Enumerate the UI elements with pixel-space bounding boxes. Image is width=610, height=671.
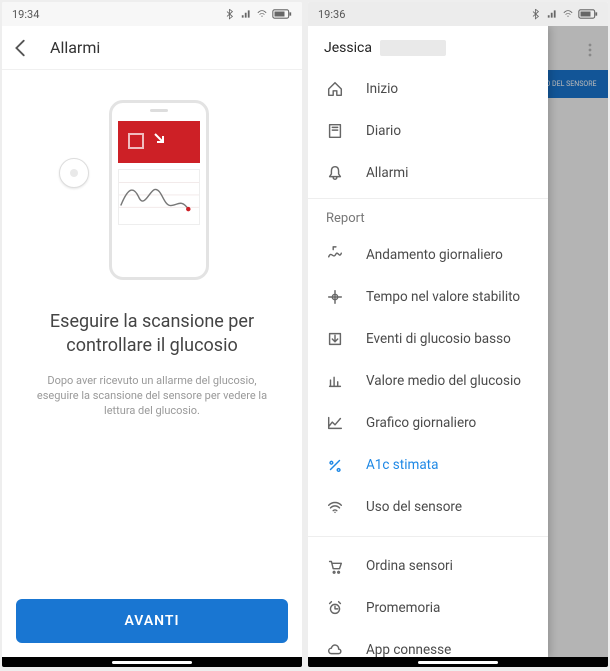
wifi-status-icon <box>256 8 268 20</box>
nav-item-label: Inizio <box>366 81 398 97</box>
nav-item-uso-del-sensore[interactable]: Uso del sensore <box>308 486 548 528</box>
user-first-name: Jessica <box>324 40 372 56</box>
headline: Eseguire la scansione per controllare il… <box>22 310 282 359</box>
cart-icon <box>326 557 344 575</box>
gesture-bar <box>2 657 302 667</box>
cloud-icon <box>326 641 344 657</box>
nav-item-a1c-stimata[interactable]: A1c stimata <box>308 444 548 486</box>
bluetooth-icon <box>224 8 236 20</box>
screen-nav-drawer: O DEL SENSORE 19:36 Jessica InizioDiario… <box>308 2 608 667</box>
nav-item-label: Ordina sensori <box>366 558 453 574</box>
nav-item-andamento-giornaliero[interactable]: Andamento giornaliero <box>308 234 548 276</box>
chart-illustration <box>118 169 200 225</box>
percent-icon <box>326 456 344 474</box>
section-header-report: Report <box>308 198 548 234</box>
nav-item-ordina-sensori[interactable]: Ordina sensori <box>308 545 548 587</box>
trend-icon <box>326 246 344 264</box>
nav-item-allarmi[interactable]: Allarmi <box>308 152 548 194</box>
bluetooth-icon <box>530 8 542 20</box>
nav-item-valore-medio-del-glucosio[interactable]: Valore medio del glucosio <box>308 360 548 402</box>
illustration <box>67 100 237 280</box>
alarm-arrow-icon <box>152 131 168 147</box>
page-title: Allarmi <box>50 38 100 57</box>
next-button-label: AVANTI <box>124 613 179 629</box>
nav-item-inizio[interactable]: Inizio <box>308 68 548 110</box>
drawer-account[interactable]: Jessica <box>308 36 548 68</box>
nav-item-tempo-nel-valore-stabilito[interactable]: Tempo nel valore stabilito <box>308 276 548 318</box>
onboarding-content: Eseguire la scansione per controllare il… <box>2 70 302 599</box>
nav-item-label: Allarmi <box>366 165 408 181</box>
nav-item-label: Tempo nel valore stabilito <box>366 289 520 305</box>
target-icon <box>326 288 344 306</box>
nav-drawer: Jessica Inizio Diario Allarmi Report Andam… <box>308 26 548 657</box>
screen-alarms-onboarding: 19:34 Allarmi <box>2 2 302 667</box>
next-button[interactable]: AVANTI <box>16 599 288 643</box>
wifi-status-icon <box>562 8 574 20</box>
book-icon <box>326 122 344 140</box>
gesture-bar <box>308 657 608 667</box>
nav-item-eventi-di-glucosio-basso[interactable]: Eventi di glucosio basso <box>308 318 548 360</box>
status-time: 19:36 <box>318 8 345 21</box>
nav-item-label: Andamento giornaliero <box>366 247 503 263</box>
sensor-icon <box>59 158 89 188</box>
nav-item-label: Eventi di glucosio basso <box>366 331 511 347</box>
nav-item-promemoria[interactable]: Promemoria <box>308 587 548 629</box>
nav-item-label: Promemoria <box>366 600 440 616</box>
subtext: Dopo aver ricevuto un allarme del glucos… <box>22 373 282 419</box>
signal-icon <box>240 8 252 20</box>
divider <box>308 536 548 537</box>
nav-item-label: Diario <box>366 123 401 139</box>
download-box-icon <box>326 330 344 348</box>
phone-illustration <box>109 100 209 280</box>
nav-item-label: A1c stimata <box>366 457 438 473</box>
nav-item-label: App connesse <box>366 642 451 657</box>
wifi-icon <box>326 498 344 516</box>
nav-item-grafico-giornaliero[interactable]: Grafico giornaliero <box>308 402 548 444</box>
back-icon[interactable] <box>10 37 32 59</box>
nav-item-label: Uso del sensore <box>366 499 462 515</box>
barchart-icon <box>326 372 344 390</box>
status-bar: 19:36 <box>308 2 608 26</box>
nav-item-label: Grafico giornaliero <box>366 415 476 431</box>
status-icons <box>530 8 598 20</box>
overflow-menu-icon[interactable] <box>582 42 598 58</box>
linechart-icon <box>326 414 344 432</box>
app-bar: Allarmi <box>2 26 302 70</box>
signal-icon <box>546 8 558 20</box>
battery-icon <box>272 8 292 20</box>
user-last-name-redacted <box>380 40 446 56</box>
status-bar: 19:34 <box>2 2 302 26</box>
bell-icon <box>326 164 344 182</box>
alarm-icon <box>326 599 344 617</box>
nav-item-diario[interactable]: Diario <box>308 110 548 152</box>
nav-item-label: Valore medio del glucosio <box>366 373 521 389</box>
status-icons <box>224 8 292 20</box>
home-icon <box>326 80 344 98</box>
status-time: 19:34 <box>12 8 39 21</box>
battery-icon <box>578 8 598 20</box>
nav-item-app-connesse[interactable]: App connesse <box>308 629 548 657</box>
